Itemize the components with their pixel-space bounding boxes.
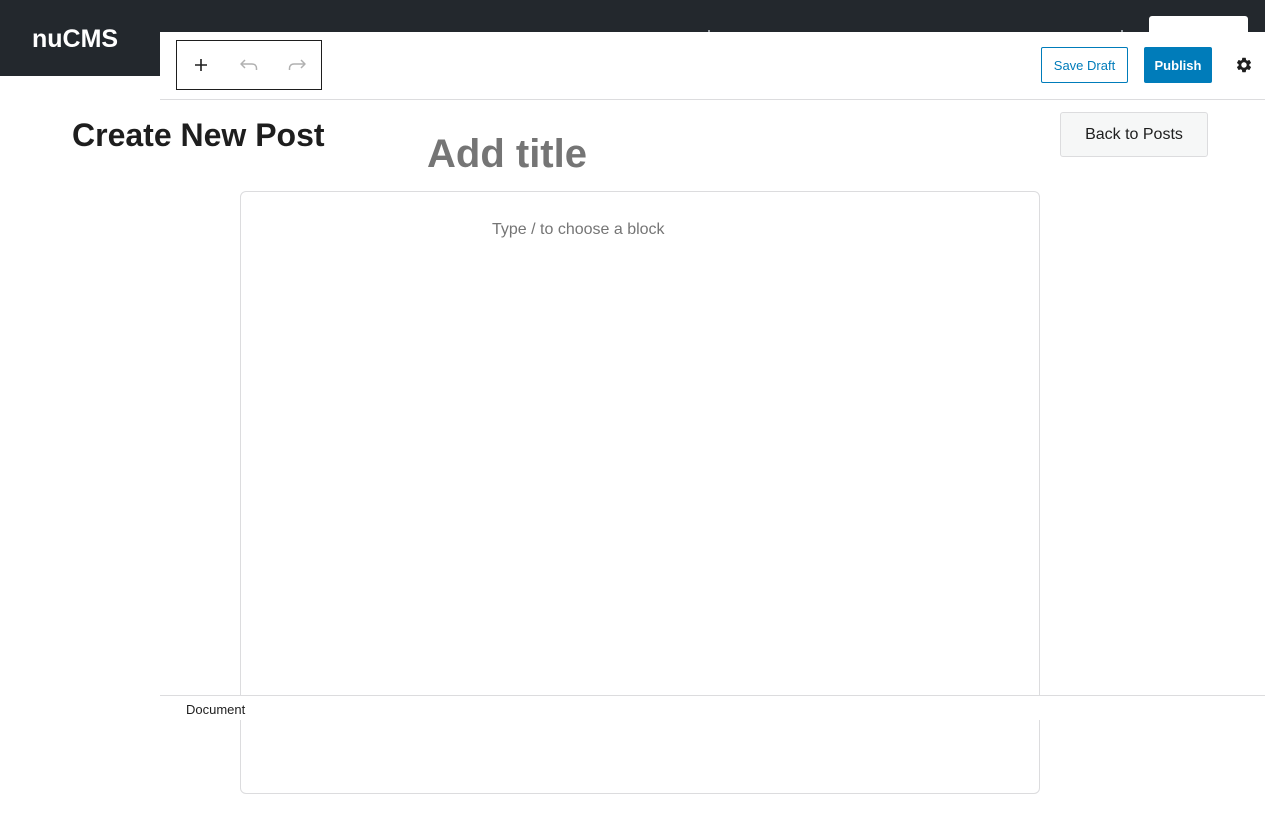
- redo-button[interactable]: [273, 41, 321, 89]
- settings-button[interactable]: [1232, 53, 1256, 77]
- redo-icon: [288, 59, 306, 70]
- plus-icon: [195, 59, 207, 71]
- block-input[interactable]: [492, 220, 992, 240]
- publish-button[interactable]: Publish: [1144, 47, 1212, 83]
- undo-button[interactable]: [225, 41, 273, 89]
- add-block-button[interactable]: [177, 41, 225, 89]
- block-breadcrumb-bar: Document: [160, 695, 1265, 720]
- save-draft-button[interactable]: Save Draft: [1041, 47, 1128, 83]
- toolbar-tool-group: [176, 40, 322, 90]
- back-to-posts-button[interactable]: Back to Posts: [1060, 112, 1208, 157]
- gear-icon: [1236, 57, 1252, 73]
- page-title: Create New Post: [72, 117, 325, 153]
- post-title-input[interactable]: [427, 130, 1027, 178]
- site-brand[interactable]: nuCMS: [32, 24, 118, 54]
- editor-toolbar: Save Draft Publish: [160, 32, 1265, 100]
- breadcrumb-document[interactable]: Document: [186, 702, 245, 717]
- undo-icon: [240, 59, 258, 70]
